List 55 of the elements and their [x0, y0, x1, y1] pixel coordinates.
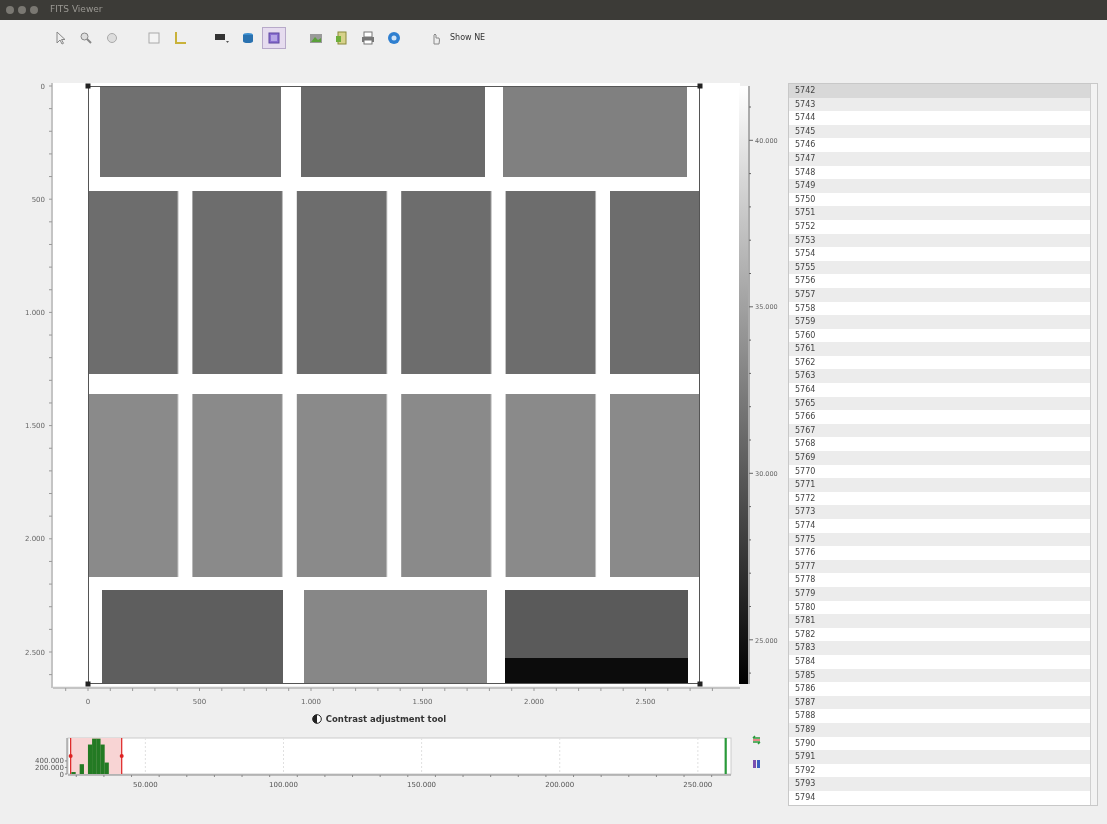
- list-item[interactable]: 5753: [789, 233, 1090, 248]
- list-item[interactable]: 5765: [789, 396, 1090, 411]
- list-item[interactable]: 5774: [789, 519, 1090, 533]
- list-item[interactable]: 5781: [789, 614, 1090, 628]
- list-item[interactable]: 5758: [789, 301, 1090, 316]
- list-item[interactable]: 5755: [789, 260, 1090, 275]
- list-item[interactable]: 5775: [789, 532, 1090, 547]
- list-item[interactable]: 5746: [789, 138, 1090, 152]
- list-item[interactable]: 5791: [789, 750, 1090, 764]
- list-item[interactable]: 5790: [789, 736, 1090, 751]
- list-item[interactable]: 5785: [789, 668, 1090, 683]
- list-item[interactable]: 5762: [789, 355, 1090, 370]
- list-item[interactable]: 5788: [789, 709, 1090, 723]
- list-item[interactable]: 5750: [789, 192, 1090, 207]
- list-item[interactable]: 5768: [789, 437, 1090, 452]
- list-item[interactable]: 5789: [789, 722, 1090, 737]
- list-item[interactable]: 5780: [789, 600, 1090, 615]
- list-item[interactable]: 5767: [789, 423, 1090, 438]
- list-item[interactable]: 5744: [789, 111, 1090, 125]
- list-item[interactable]: 5772: [789, 491, 1090, 506]
- list-item[interactable]: 5749: [789, 179, 1090, 193]
- list-item[interactable]: 5756: [789, 274, 1090, 288]
- list-item[interactable]: 5794: [789, 790, 1090, 805]
- section-title: Contrast adjustment tool: [325, 712, 447, 726]
- list-item[interactable]: 5776: [789, 546, 1090, 560]
- list-item[interactable]: 5763: [789, 369, 1090, 384]
- list-item[interactable]: 5747: [789, 151, 1090, 166]
- list-item[interactable]: 5784: [789, 654, 1090, 669]
- list-item[interactable]: 5787: [789, 695, 1090, 710]
- list-item[interactable]: 5757: [789, 287, 1090, 302]
- list-item[interactable]: 5779: [789, 586, 1090, 601]
- list-item[interactable]: 5748: [789, 165, 1090, 180]
- list-item[interactable]: 5754: [789, 247, 1090, 261]
- list-item[interactable]: 5771: [789, 478, 1090, 492]
- list-item[interactable]: 5742: [789, 84, 1090, 98]
- list-item[interactable]: 5764: [789, 383, 1090, 397]
- list-item[interactable]: 5786: [789, 682, 1090, 696]
- list-item[interactable]: 5766: [789, 410, 1090, 424]
- list-item[interactable]: 5783: [789, 641, 1090, 655]
- list-item[interactable]: 5782: [789, 627, 1090, 642]
- list-item[interactable]: 5761: [789, 342, 1090, 356]
- list-item[interactable]: 5745: [789, 124, 1090, 139]
- list-item[interactable]: 5792: [789, 763, 1090, 778]
- list-item[interactable]: 5773: [789, 505, 1090, 519]
- window-title: FITS Viewer: [50, 3, 103, 17]
- list-item[interactable]: 5752: [789, 219, 1090, 234]
- list-item[interactable]: 5778: [789, 573, 1090, 587]
- list-item[interactable]: 5777: [789, 559, 1090, 574]
- list-item[interactable]: 5769: [789, 451, 1090, 465]
- show-ne-button[interactable]: Show NE: [424, 27, 490, 49]
- list-item[interactable]: 5760: [789, 328, 1090, 343]
- list-item[interactable]: 5751: [789, 206, 1090, 220]
- list-item[interactable]: 5759: [789, 315, 1090, 329]
- list-item[interactable]: 5793: [789, 777, 1090, 791]
- list-item[interactable]: 5770: [789, 464, 1090, 479]
